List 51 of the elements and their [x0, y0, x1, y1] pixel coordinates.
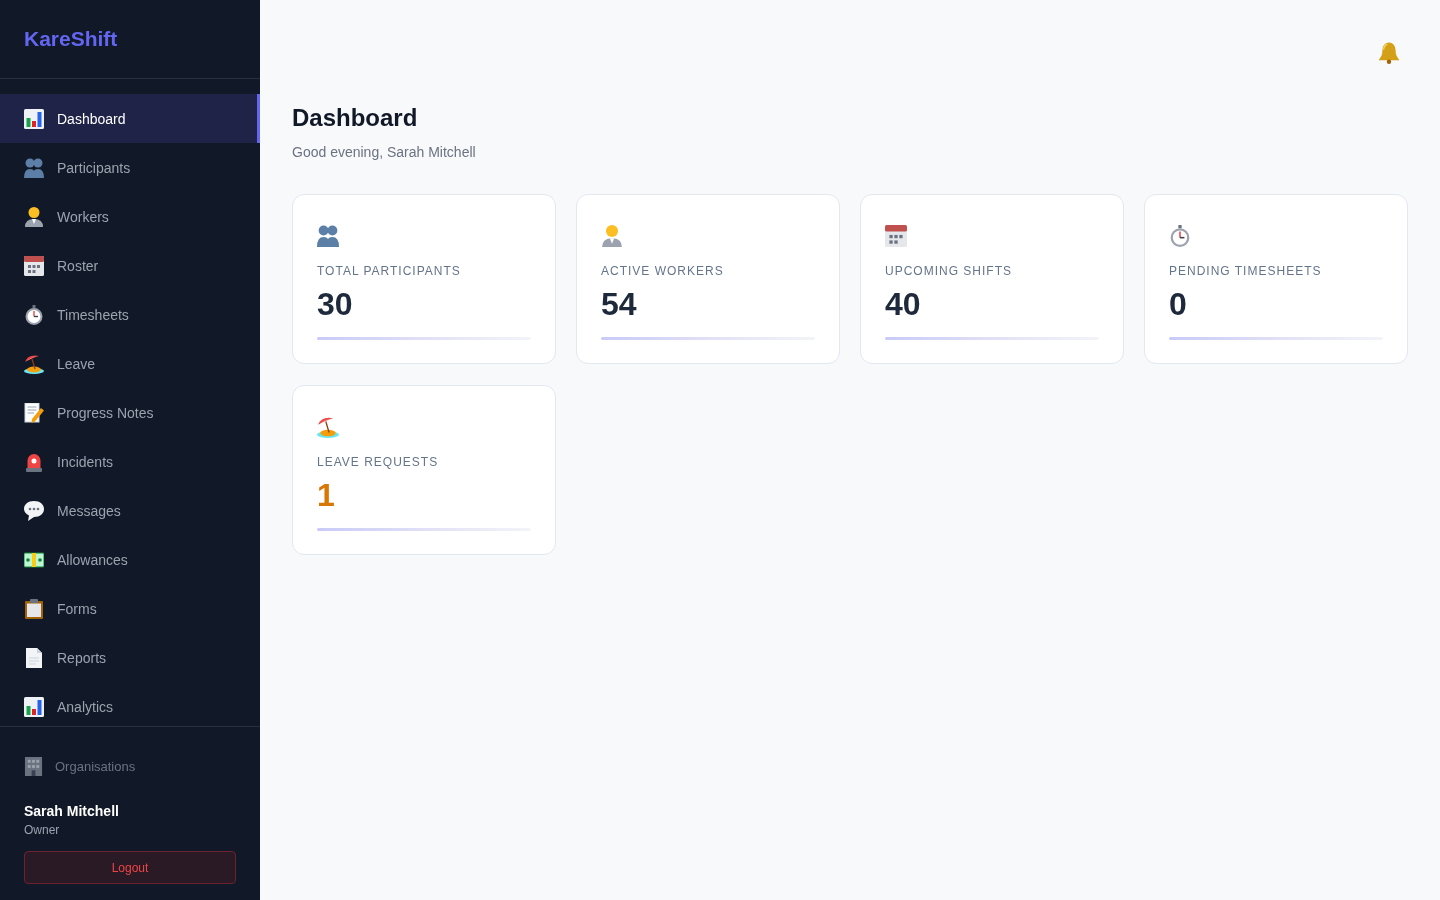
stat-value: 0	[1169, 285, 1187, 323]
notifications-button[interactable]	[1378, 42, 1400, 64]
nav-item[interactable]: Messages	[0, 486, 260, 535]
nav-item[interactable]: Timesheets	[0, 290, 260, 339]
document-icon	[24, 647, 44, 668]
nav-item[interactable]: Workers	[0, 192, 260, 241]
stat-label: UPCOMING SHIFTS	[885, 263, 1012, 279]
building-icon	[24, 756, 43, 776]
app-logo: KareShift	[24, 26, 118, 52]
people-icon	[24, 157, 44, 178]
nav-item[interactable]: Leave	[0, 339, 260, 388]
stat-label: TOTAL PARTICIPANTS	[317, 263, 461, 279]
nav-item[interactable]: Allowances	[0, 535, 260, 584]
nav-item[interactable]: Reports	[0, 633, 260, 682]
beach-umbrella-icon	[317, 416, 339, 438]
banknote-icon	[24, 549, 44, 570]
stat-value: 1	[317, 476, 335, 514]
greeting-text: Good evening, Sarah Mitchell	[292, 143, 477, 162]
nav-item[interactable]: Roster	[0, 241, 260, 290]
stopwatch-icon	[1169, 225, 1191, 247]
nav-item[interactable]: Analytics	[0, 682, 260, 726]
user-name: Sarah Mitchell	[24, 802, 120, 820]
calendar-icon	[24, 255, 44, 276]
bar-chart-icon	[24, 108, 44, 129]
nav-item[interactable]: Dashboard	[0, 94, 260, 143]
nav-item[interactable]: Incidents	[0, 437, 260, 486]
speech-bubble-icon	[24, 500, 44, 521]
nav-item[interactable]: Participants	[0, 143, 260, 192]
siren-icon	[24, 451, 44, 472]
stat-label: PENDING TIMESHEETS	[1169, 263, 1322, 279]
bar-chart-icon	[24, 696, 44, 717]
memo-icon	[24, 402, 44, 423]
page-title: Dashboard	[292, 104, 419, 132]
clipboard-icon	[24, 598, 44, 619]
stat-value: 40	[885, 285, 921, 323]
nav-item[interactable]: Forms	[0, 584, 260, 633]
person-icon	[601, 225, 623, 247]
nav-item[interactable]: Progress Notes	[0, 388, 260, 437]
stopwatch-icon	[24, 304, 44, 325]
stat-value: 30	[317, 285, 353, 323]
logout-button[interactable]: Logout	[24, 851, 236, 884]
stat-value: 54	[601, 285, 637, 323]
calendar-icon	[885, 225, 907, 247]
people-icon	[317, 225, 339, 247]
beach-umbrella-icon	[24, 353, 44, 374]
bell-icon	[1378, 42, 1400, 64]
user-role: Owner	[24, 822, 61, 838]
organisations-link[interactable]: Organisations	[24, 755, 236, 777]
stat-label: ACTIVE WORKERS	[601, 263, 724, 279]
stat-label: LEAVE REQUESTS	[317, 454, 439, 470]
person-icon	[24, 206, 44, 227]
